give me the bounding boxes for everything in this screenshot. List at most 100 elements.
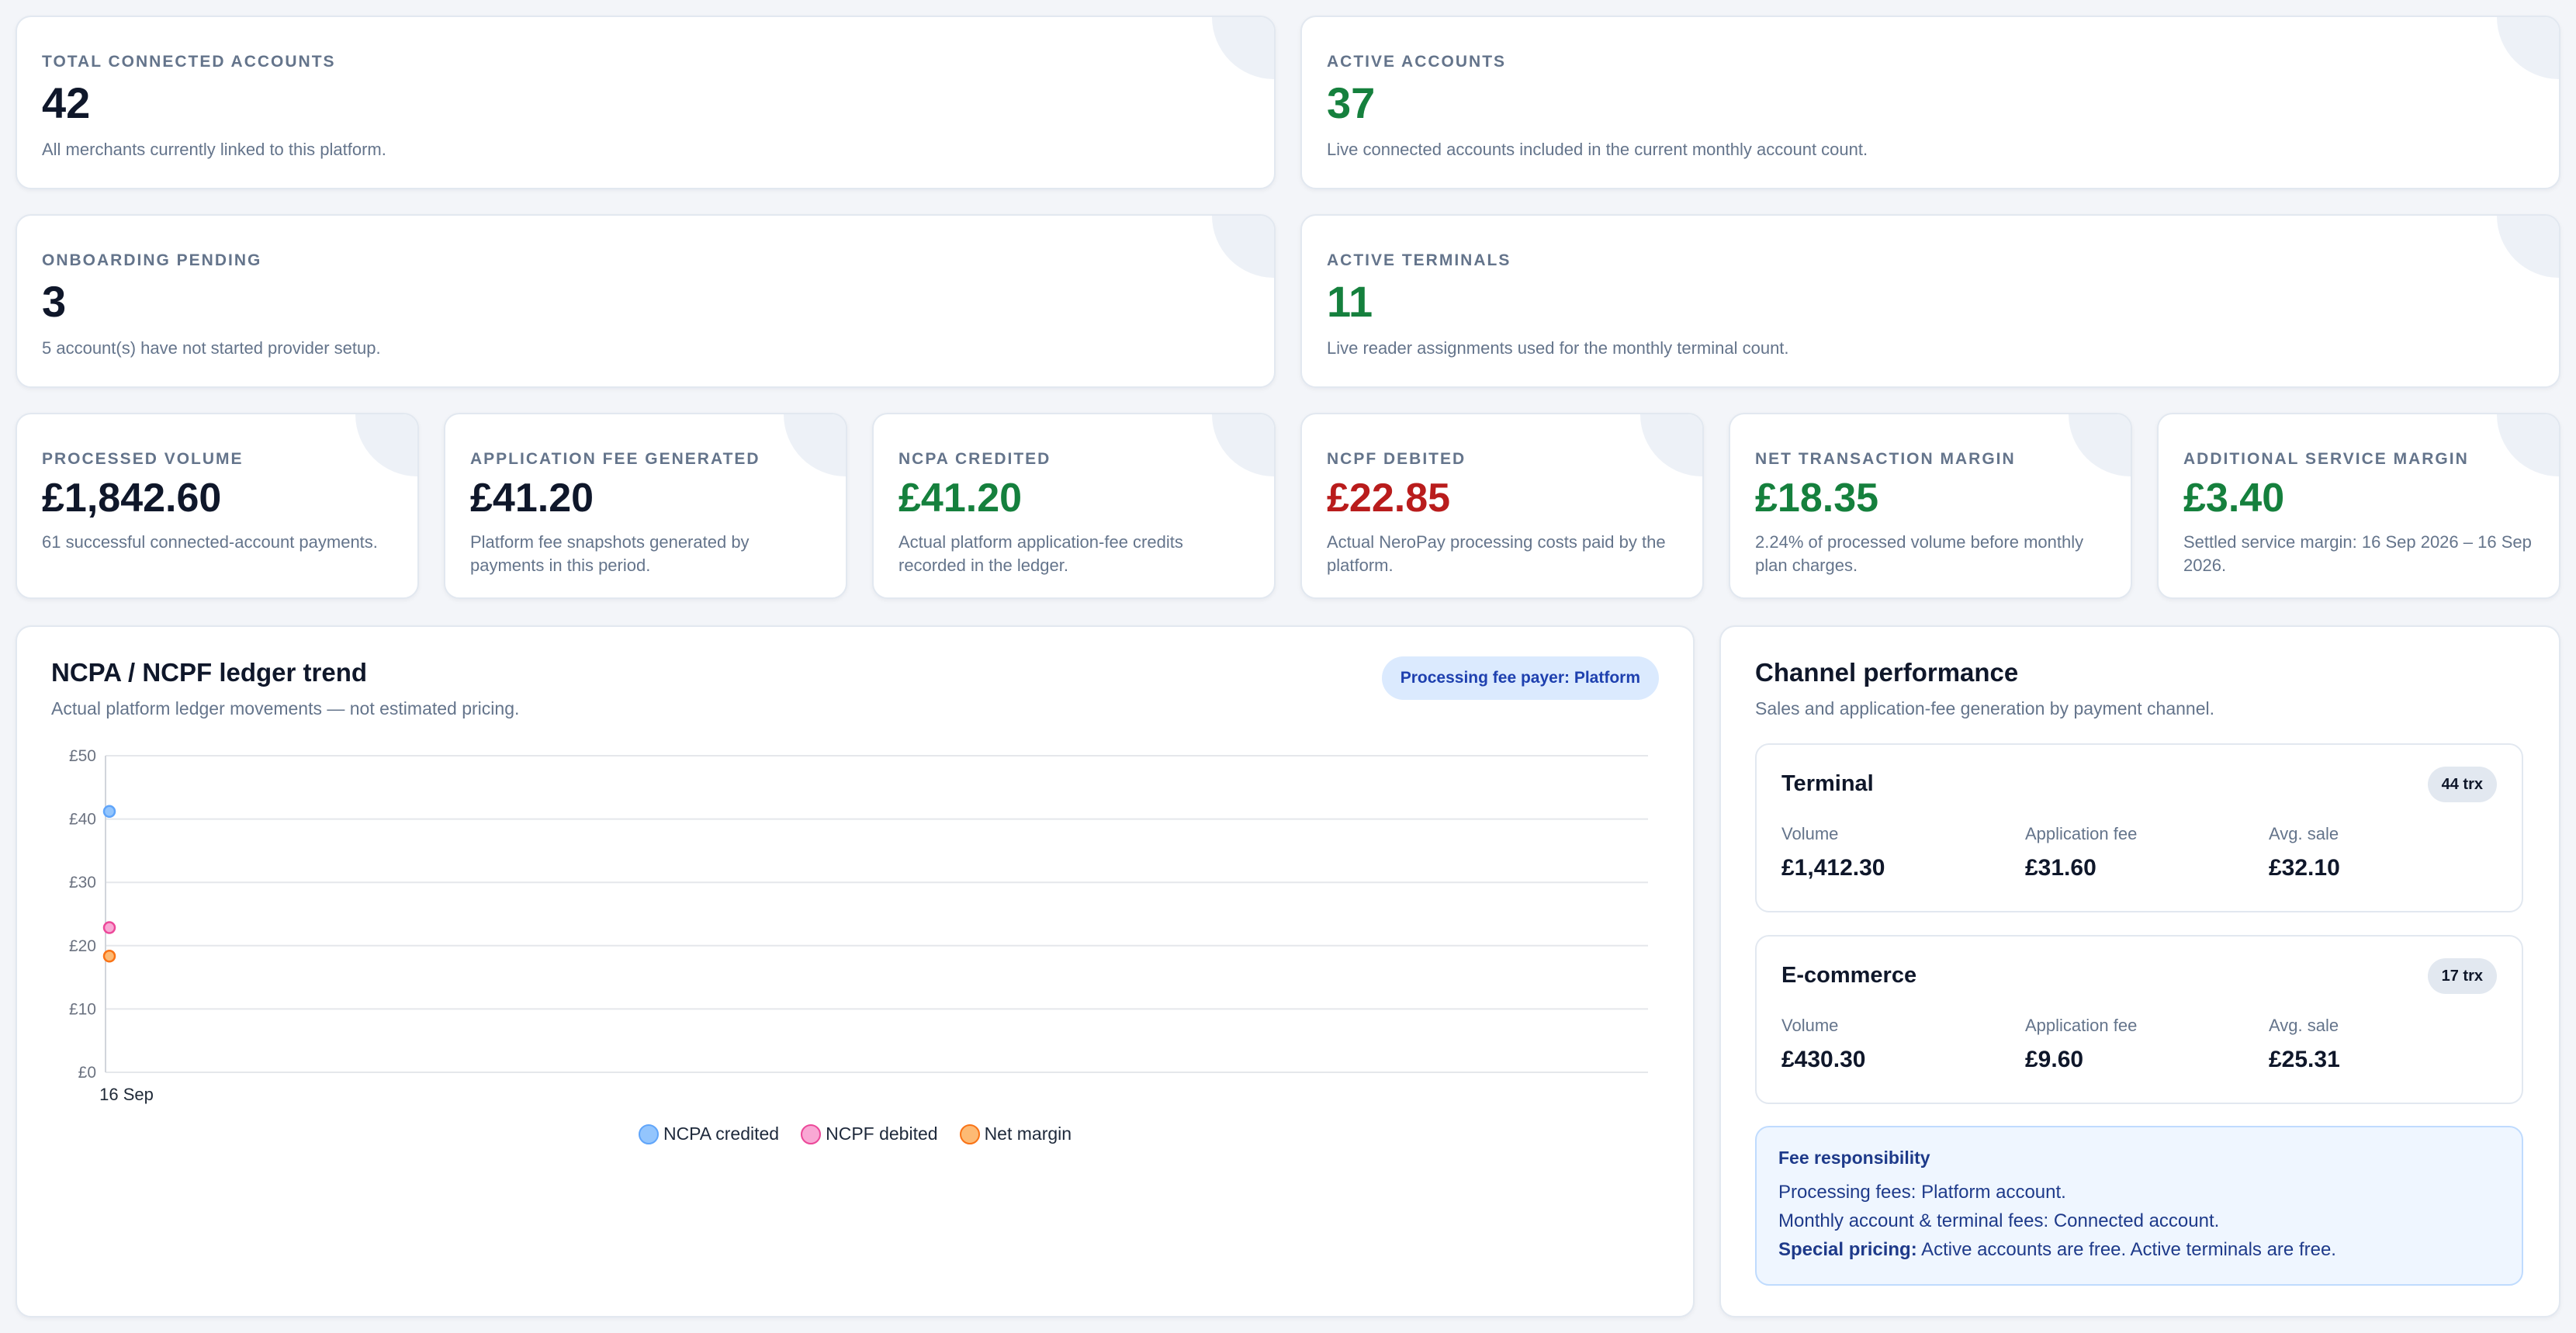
legend-item-ncpf-debited[interactable]: NCPF debited — [801, 1124, 938, 1144]
card-decoration — [1212, 414, 1274, 476]
stat-value: £1,842.60 — [42, 476, 222, 521]
metric-label: Volume — [1781, 1016, 1839, 1035]
stat-value: 11 — [1327, 277, 1373, 326]
fee-line-monthly: Monthly account & terminal fees: Connect… — [1778, 1210, 2220, 1231]
stat-description: 61 successful connected-account payments… — [42, 532, 378, 552]
stat-label: ACTIVE TERMINALS — [1327, 251, 1511, 269]
legend-label: NCPF debited — [826, 1124, 938, 1144]
stat-label: PROCESSED VOLUME — [42, 450, 244, 468]
metric-value: £31.60 — [2025, 855, 2096, 881]
stat-card-onboarding-pending: ONBOARDING PENDING 3 5 account(s) have n… — [16, 214, 1276, 388]
channel-card-terminal: Terminal 44 trx Volume £1,412.30 Applica… — [1755, 743, 2523, 912]
y-tick-label: £0 — [78, 1064, 96, 1082]
stat-card-ncpf-debited: NCPF DEBITED £22.85 Actual NeroPay proce… — [1300, 413, 1704, 599]
stat-description: 2.24% of processed volume before monthly… — [1755, 532, 2084, 575]
stat-value: £3.40 — [2183, 476, 2285, 521]
card-decoration — [355, 414, 417, 476]
stat-description: All merchants currently linked to this p… — [42, 140, 386, 159]
fee-line-special-pricing: Special pricing: Active accounts are fre… — [1778, 1235, 2500, 1264]
y-tick-label: £20 — [69, 937, 96, 955]
metric-value: £1,412.30 — [1781, 855, 1885, 881]
data-point-ncpa-credited[interactable] — [102, 805, 116, 819]
fee-line-processing: Processing fees: Platform account. — [1778, 1182, 2066, 1203]
trx-count-badge: 17 trx — [2427, 958, 2497, 994]
y-tick-label: £10 — [69, 1000, 96, 1018]
stat-description: Live reader assignments used for the mon… — [1327, 338, 1789, 358]
legend-label: Net margin — [984, 1124, 1072, 1144]
metric-value: £9.60 — [2025, 1047, 2084, 1072]
stat-card-net-transaction-margin: NET TRANSACTION MARGIN £18.35 2.24% of p… — [1729, 413, 2132, 599]
fee-responsibility-box: Fee responsibility Processing fees: Plat… — [1755, 1126, 2523, 1286]
stat-label: NET TRANSACTION MARGIN — [1755, 450, 2016, 468]
stat-description: Live connected accounts included in the … — [1327, 140, 1868, 159]
ledger-trend-panel: NCPA / NCPF ledger trend Actual platform… — [16, 625, 1695, 1317]
stat-value: £41.20 — [470, 476, 594, 521]
fee-responsibility-title: Fee responsibility — [1778, 1148, 1930, 1168]
stat-label: ACTIVE ACCOUNTS — [1327, 53, 1507, 71]
channel-name: Terminal — [1781, 771, 1874, 796]
card-decoration — [2497, 414, 2559, 476]
stat-card-ncpa-credited: NCPA CREDITED £41.20 Actual platform app… — [872, 413, 1276, 599]
stat-description: Settled service margin: 16 Sep 2026 – 16… — [2183, 532, 2532, 575]
stat-value: £41.20 — [898, 476, 1023, 521]
metric-value: £32.10 — [2269, 855, 2340, 881]
stat-card-application-fee-generated: APPLICATION FEE GENERATED £41.20 Platfor… — [444, 413, 847, 599]
chart-legend: NCPA credited NCPF debited Net margin — [17, 1124, 1693, 1144]
legend-swatch-icon — [959, 1124, 980, 1144]
legend-item-ncpa-credited[interactable]: NCPA credited — [638, 1124, 780, 1144]
metric-label: Application fee — [2025, 824, 2138, 843]
card-decoration — [1212, 17, 1274, 79]
stat-description: Actual platform application-fee credits … — [898, 532, 1183, 575]
legend-swatch-icon — [638, 1124, 659, 1144]
metric-label: Avg. sale — [2269, 824, 2339, 843]
stat-description: Actual NeroPay processing costs paid by … — [1327, 532, 1666, 575]
metric-application-fee: Application fee £31.60 — [2025, 824, 2137, 881]
stat-value: 42 — [42, 78, 91, 127]
metric-value: £430.30 — [1781, 1047, 1866, 1072]
stat-label: NCPF DEBITED — [1327, 450, 1466, 468]
metric-application-fee: Application fee £9.60 — [2025, 1016, 2137, 1073]
card-decoration — [2497, 17, 2559, 79]
metric-avg-sale: Avg. sale £32.10 — [2269, 824, 2340, 881]
x-tick-label: 16 Sep — [99, 1085, 154, 1104]
panel-title: Channel performance — [1755, 658, 2019, 687]
trx-count-badge: 44 trx — [2427, 767, 2497, 802]
card-decoration — [784, 414, 846, 476]
metric-avg-sale: Avg. sale £25.31 — [2269, 1016, 2340, 1073]
metric-volume: Volume £430.30 — [1781, 1016, 1865, 1073]
data-point-ncpf-debited[interactable] — [102, 921, 116, 934]
stat-card-active-accounts: ACTIVE ACCOUNTS 37 Live connected accoun… — [1300, 16, 2560, 189]
card-decoration — [2069, 414, 2131, 476]
y-tick-label: £40 — [69, 811, 96, 829]
stat-value: £18.35 — [1755, 476, 1879, 521]
card-decoration — [1640, 414, 1702, 476]
stat-value: 37 — [1327, 78, 1376, 127]
y-tick-label: £30 — [69, 874, 96, 892]
stat-card-total-connected-accounts: TOTAL CONNECTED ACCOUNTS 42 All merchant… — [16, 16, 1276, 189]
panel-subtitle: Sales and application-fee generation by … — [1755, 698, 2215, 718]
card-decoration — [2497, 216, 2559, 278]
legend-swatch-icon — [801, 1124, 822, 1144]
card-decoration — [1212, 216, 1274, 278]
stat-description: Platform fee snapshots generated by paym… — [470, 532, 750, 575]
data-point-net-margin[interactable] — [102, 950, 116, 963]
metric-label: Avg. sale — [2269, 1016, 2339, 1035]
legend-item-net-margin[interactable]: Net margin — [959, 1124, 1072, 1144]
stat-label: APPLICATION FEE GENERATED — [470, 450, 760, 468]
metric-label: Volume — [1781, 824, 1839, 843]
stat-card-additional-service-margin: ADDITIONAL SERVICE MARGIN £3.40 Settled … — [2157, 413, 2560, 599]
stat-label: ADDITIONAL SERVICE MARGIN — [2183, 450, 2469, 468]
special-pricing-text: Active accounts are free. Active termina… — [1916, 1239, 2336, 1260]
stat-label: NCPA CREDITED — [898, 450, 1051, 468]
channel-performance-panel: Channel performance Sales and applicatio… — [1719, 625, 2560, 1317]
stat-value: £22.85 — [1327, 476, 1451, 521]
ledger-trend-chart: £0 £10 £20 £30 £40 £50 16 Sep — [69, 747, 1648, 1104]
stat-label: ONBOARDING PENDING — [42, 251, 262, 269]
stat-label: TOTAL CONNECTED ACCOUNTS — [42, 53, 336, 71]
stat-card-processed-volume: PROCESSED VOLUME £1,842.60 61 successful… — [16, 413, 419, 599]
y-tick-label: £50 — [69, 747, 96, 765]
legend-label: NCPA credited — [663, 1124, 780, 1144]
metric-volume: Volume £1,412.30 — [1781, 824, 1885, 881]
metric-value: £25.31 — [2269, 1047, 2340, 1072]
stat-description: 5 account(s) have not started provider s… — [42, 338, 381, 358]
